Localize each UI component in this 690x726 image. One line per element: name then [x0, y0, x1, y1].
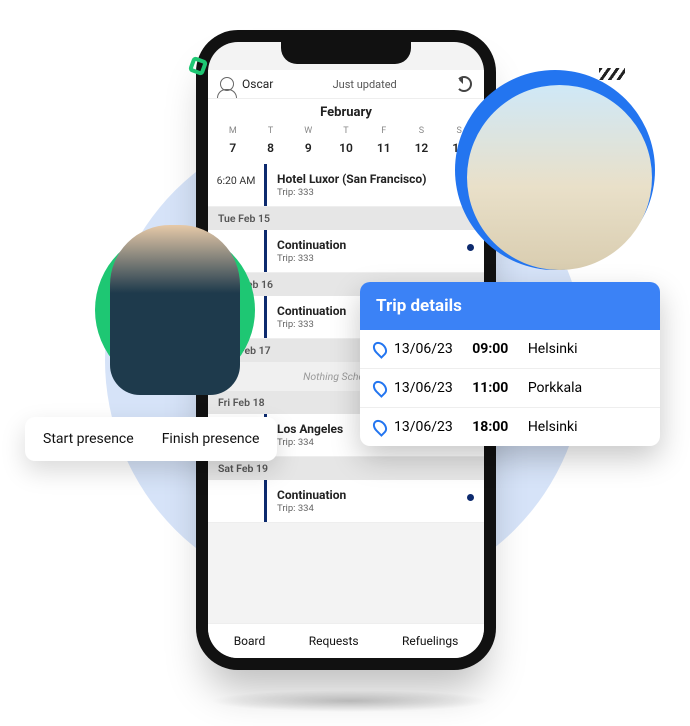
month-title: February	[208, 99, 484, 122]
phone-shadow	[210, 690, 490, 712]
dow: W	[289, 124, 327, 138]
trip-place: Helsinki	[528, 341, 578, 357]
dow: S	[403, 124, 441, 138]
pin-icon	[374, 419, 386, 435]
photo-person	[110, 225, 240, 395]
schedule-trip-sub: Trip: 334	[277, 503, 474, 514]
schedule-body: ContinuationTrip: 333	[267, 230, 484, 272]
tab-requests[interactable]: Requests	[309, 634, 359, 648]
schedule-row[interactable]: 6:20 AMHotel Luxor (San Francisco)Trip: …	[208, 164, 484, 207]
trip-place: Helsinki	[528, 419, 578, 435]
pin-icon	[374, 380, 386, 396]
schedule-time: 6:20 AM	[208, 164, 264, 206]
presence-card: Start presence Finish presence	[25, 417, 277, 461]
dow: T	[252, 124, 290, 138]
schedule-row[interactable]: ContinuationTrip: 333	[208, 230, 484, 273]
asterisk-icon: ✳	[552, 475, 570, 500]
day-cell[interactable]: 12	[403, 138, 441, 158]
trip-stop-row[interactable]: 13/06/23 09:00 Helsinki	[360, 330, 660, 369]
schedule-trip-sub: Trip: 333	[277, 187, 474, 198]
day-cell[interactable]: 11	[365, 138, 403, 158]
sync-status: Just updated	[333, 78, 397, 91]
trip-stop-row[interactable]: 13/06/23 11:00 Porkkala	[360, 369, 660, 408]
schedule-row[interactable]: ContinuationTrip: 334	[208, 480, 484, 523]
week-grid: M T W T F S S 7 8 9 10 11 12 13	[208, 122, 484, 164]
day-separator: Tue Feb 15	[208, 207, 484, 230]
day-cell[interactable]: 8	[252, 138, 290, 158]
trip-time: 09:00	[472, 341, 508, 357]
bottom-tabs: Board Requests Refuelings	[208, 623, 484, 658]
dow: F	[365, 124, 403, 138]
schedule-trip-sub: Trip: 333	[277, 253, 474, 264]
schedule-time	[208, 480, 264, 522]
dow: T	[327, 124, 365, 138]
schedule-title: Hotel Luxor (San Francisco)	[277, 172, 474, 186]
user-name: Oscar	[242, 77, 273, 91]
day-cell[interactable]: 10	[327, 138, 365, 158]
trip-details-heading: Trip details	[360, 282, 660, 330]
trip-date: 13/06/23	[394, 341, 453, 357]
trip-place: Porkkala	[528, 380, 582, 396]
trip-details-card: Trip details 13/06/23 09:00 Helsinki 13/…	[360, 282, 660, 446]
schedule-title: Continuation	[277, 238, 474, 252]
trip-date: 13/06/23	[394, 380, 453, 396]
status-dot-icon	[467, 244, 474, 251]
refresh-icon[interactable]	[456, 76, 472, 92]
user-icon[interactable]	[220, 77, 234, 91]
day-cell[interactable]: 7	[214, 138, 252, 158]
schedule-body: ContinuationTrip: 334	[267, 480, 484, 522]
day-cell[interactable]: 9	[289, 138, 327, 158]
schedule-body: Hotel Luxor (San Francisco)Trip: 333	[267, 164, 484, 206]
trip-date: 13/06/23	[394, 419, 453, 435]
trip-stop-row[interactable]: 13/06/23 18:00 Helsinki	[360, 408, 660, 446]
finish-presence-button[interactable]: Finish presence	[162, 431, 260, 447]
schedule-title: Continuation	[277, 488, 474, 502]
start-presence-button[interactable]: Start presence	[43, 431, 134, 447]
photo-building	[467, 85, 652, 270]
pin-icon	[374, 341, 386, 357]
trip-time: 18:00	[472, 419, 508, 435]
phone-notch	[281, 42, 411, 64]
tab-refuelings[interactable]: Refuelings	[402, 634, 458, 648]
trip-time: 11:00	[472, 380, 508, 396]
tab-board[interactable]: Board	[234, 634, 266, 648]
status-dot-icon	[467, 494, 474, 501]
top-bar: Oscar Just updated	[208, 70, 484, 99]
decor-dashes	[599, 68, 625, 80]
dow: M	[214, 124, 252, 138]
